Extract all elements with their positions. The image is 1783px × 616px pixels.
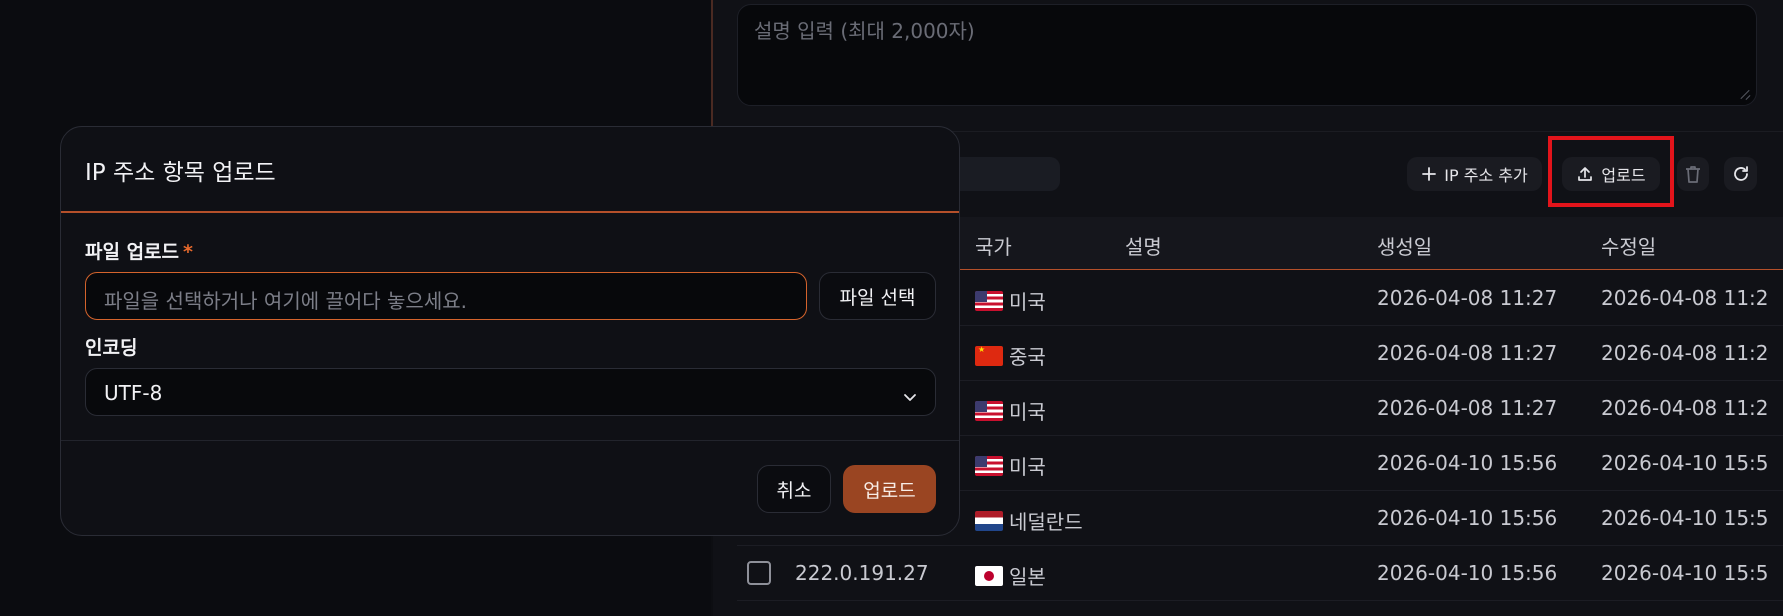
modified-cell: 2026-04-08 11:2 (1601, 341, 1769, 365)
refresh-icon (1731, 164, 1751, 184)
dialog-title: IP 주소 항목 업로드 (85, 160, 276, 186)
country-cell: 네덜란드 (975, 506, 1083, 535)
created-cell: 2026-04-10 15:56 (1377, 506, 1558, 530)
dialog-header-divider (61, 211, 959, 213)
upload-submit-button[interactable]: 업로드 (843, 465, 936, 513)
plus-icon (1421, 166, 1437, 182)
us-flag-icon (975, 455, 1003, 476)
created-cell: 2026-04-08 11:27 (1377, 396, 1558, 420)
encoding-select[interactable]: UTF-8 (85, 368, 936, 416)
country-name: 미국 (1009, 290, 1046, 314)
country-name: 미국 (1009, 400, 1046, 424)
country-name: 네덜란드 (1009, 510, 1083, 534)
add-ip-label: IP 주소 추가 (1444, 166, 1528, 185)
cn-flag-icon (975, 345, 1003, 366)
file-upload-label: 파일 업로드 * (85, 237, 193, 264)
country-cell: 미국 (975, 451, 1046, 480)
delete-button[interactable] (1677, 157, 1709, 191)
country-name: 일본 (1009, 565, 1046, 589)
description-placeholder: 설명 입력 (최대 2,000자) (754, 19, 975, 43)
modified-cell: 2026-04-08 11:2 (1601, 286, 1769, 310)
refresh-button[interactable] (1724, 157, 1757, 191)
country-cell: 미국 (975, 286, 1046, 315)
file-upload-label-text: 파일 업로드 (85, 241, 180, 263)
file-select-button[interactable]: 파일 선택 (819, 272, 936, 320)
column-header-country[interactable]: 국가 (975, 231, 1012, 260)
nl-flag-icon (975, 510, 1003, 531)
ip-cell: 222.0.191.27 (795, 561, 929, 585)
resize-grip-icon[interactable] (1740, 89, 1750, 99)
country-cell: 일본 (975, 561, 1046, 590)
country-name: 중국 (1009, 345, 1046, 369)
modified-cell: 2026-04-10 15:5 (1601, 561, 1769, 585)
file-drop-input[interactable]: 파일을 선택하거나 여기에 끌어다 놓으세요. (85, 272, 807, 320)
created-cell: 2026-04-10 15:56 (1377, 451, 1558, 475)
us-flag-icon (975, 290, 1003, 311)
created-cell: 2026-04-08 11:27 (1377, 286, 1558, 310)
required-marker: * (183, 241, 193, 263)
modified-cell: 2026-04-10 15:5 (1601, 451, 1769, 475)
table-row[interactable]: 222.0.191.27 일본 2026-04-10 15:56 2026-04… (737, 546, 1783, 601)
us-flag-icon (975, 400, 1003, 421)
file-drop-placeholder: 파일을 선택하거나 여기에 끌어다 놓으세요. (104, 289, 467, 313)
row-checkbox[interactable] (747, 561, 771, 585)
country-cell: 중국 (975, 341, 1046, 370)
cancel-button[interactable]: 취소 (757, 465, 831, 513)
chevron-down-icon (903, 385, 917, 401)
modified-cell: 2026-04-10 15:5 (1601, 506, 1769, 530)
screen: 설명 입력 (최대 2,000자) IP 주소 추가 업로드 국가 설명 생성일… (0, 0, 1783, 616)
country-name: 미국 (1009, 455, 1046, 479)
created-cell: 2026-04-10 15:56 (1377, 561, 1558, 585)
encoding-value: UTF-8 (104, 381, 163, 405)
trash-icon (1684, 164, 1702, 184)
encoding-label: 인코딩 (85, 337, 138, 359)
upload-dialog: IP 주소 항목 업로드 파일 업로드 * 파일을 선택하거나 여기에 끌어다 놓… (60, 126, 960, 536)
column-header-created[interactable]: 생성일 (1377, 231, 1432, 260)
description-textarea[interactable]: 설명 입력 (최대 2,000자) (737, 4, 1757, 106)
created-cell: 2026-04-08 11:27 (1377, 341, 1558, 365)
highlight-annotation (1548, 136, 1674, 207)
country-cell: 미국 (975, 396, 1046, 425)
modified-cell: 2026-04-08 11:2 (1601, 396, 1769, 420)
column-header-modified[interactable]: 수정일 (1601, 231, 1656, 260)
jp-flag-icon (975, 565, 1003, 586)
add-ip-button[interactable]: IP 주소 추가 (1407, 157, 1542, 191)
dialog-footer-divider (61, 440, 959, 441)
column-header-description[interactable]: 설명 (1125, 231, 1162, 260)
